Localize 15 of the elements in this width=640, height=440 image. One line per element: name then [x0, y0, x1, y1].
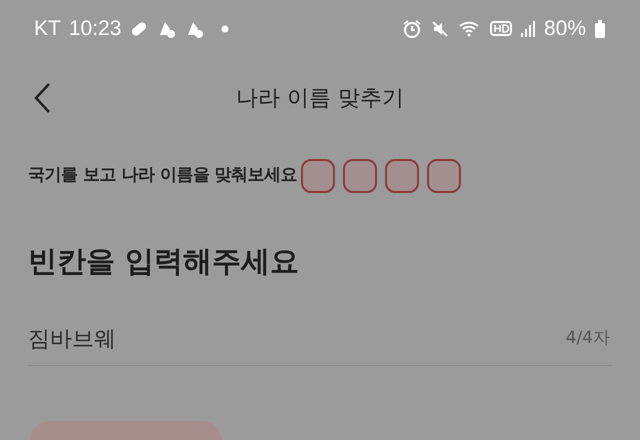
dot-icon — [221, 25, 230, 33]
carrier: KT — [34, 16, 61, 42]
signal-icon — [520, 19, 536, 39]
back-icon[interactable] — [33, 82, 53, 114]
battery-percent: 80% — [544, 16, 586, 42]
battery-icon — [594, 19, 606, 39]
character-counter: 4/4자 — [566, 327, 610, 350]
hd-icon — [490, 19, 512, 39]
page-title: 나라 이름 맞추기 — [236, 84, 404, 112]
instruction-text: 국기를 보고 나라 이름을 맞춰보세요 — [28, 164, 298, 188]
section-heading: 빈칸을 입력해주세요 — [27, 243, 300, 280]
clock: 10:23 — [68, 16, 122, 42]
answer-field[interactable]: 짐바브웨 4/4자 — [28, 314, 612, 366]
mute-icon — [430, 19, 450, 39]
alarm-icon — [402, 19, 422, 39]
